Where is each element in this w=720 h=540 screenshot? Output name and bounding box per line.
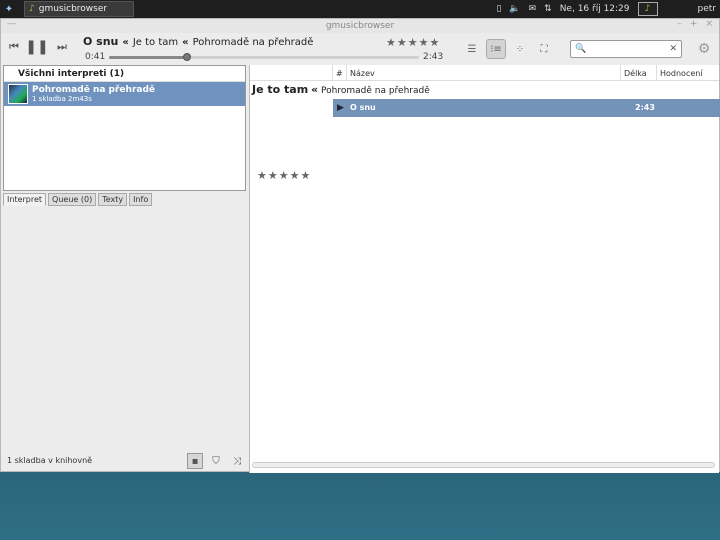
layout-grouped-button[interactable]: ⁝≡ xyxy=(486,39,506,59)
user-name[interactable]: petr xyxy=(698,4,716,14)
row-length: 2:43 xyxy=(635,103,655,112)
system-tray: ▯ 🔈 ✉ ⇅ Ne, 16 říj 12:29 ♪ petr xyxy=(496,2,720,16)
album-item[interactable]: Pohromadě na přehradě 1 skladba 2m43s xyxy=(4,82,245,106)
layout-fullscreen-button[interactable]: ⛶ xyxy=(534,39,554,59)
player-toolbar: ⏮ ❚❚ ⏭ O snu « Je to tam « Pohromadě na … xyxy=(1,33,719,65)
album-meta: 1 skladba 2m43s xyxy=(32,95,155,103)
song-list-pane: # Název Délka Hodnocení Je to tam « Pohr… xyxy=(249,65,720,473)
horizontal-scrollbar[interactable] xyxy=(252,462,715,468)
group-separator: « xyxy=(311,83,319,96)
album-title: Pohromadě na přehradě xyxy=(32,85,156,95)
song-list-header: # Název Délka Hodnocení xyxy=(250,65,719,81)
window-titlebar[interactable]: — gmusicbrowser – + × xyxy=(1,19,719,33)
elapsed-time: 0:41 xyxy=(85,52,106,62)
group-album: Pohromadě na přehradě xyxy=(321,86,430,96)
taskbar-item-label: gmusicbrowser xyxy=(38,4,108,14)
left-pane: Všichni interpreti (1) Pohromadě na přeh… xyxy=(1,65,247,473)
layout-list-button[interactable]: ☰ xyxy=(462,39,482,59)
now-playing-info: O snu « Je to tam « Pohromadě na přehrad… xyxy=(83,35,313,48)
next-icon: ⏭ xyxy=(57,40,67,53)
seek-handle[interactable] xyxy=(182,53,191,61)
settings-gear-icon[interactable]: ⚙ xyxy=(695,40,713,58)
song-title[interactable]: O snu xyxy=(83,35,118,48)
tab-lyrics[interactable]: Texty xyxy=(98,193,128,206)
close-button[interactable]: × xyxy=(705,19,713,29)
column-title[interactable]: Název xyxy=(346,65,620,81)
clear-search-icon[interactable]: ✕ xyxy=(669,44,677,54)
taskbar-item-gmusicbrowser[interactable]: ♪ gmusicbrowser xyxy=(24,1,134,17)
window-title: gmusicbrowser xyxy=(325,21,395,31)
column-rating[interactable]: Hodnocení xyxy=(656,65,716,81)
random-button[interactable]: ⤨ xyxy=(229,453,245,469)
volume-icon[interactable]: 🔈 xyxy=(509,4,520,14)
library-count: 1 skladba v knihovně xyxy=(7,456,93,465)
playing-indicator-icon: ▶ xyxy=(337,103,344,113)
previous-track-button[interactable]: ⏮ xyxy=(5,39,23,55)
left-tabs: Interpret Queue (0) Texty Info xyxy=(3,193,153,206)
fullscreen-icon: ⛶ xyxy=(540,43,548,55)
album-rating-stars[interactable]: ★★★★★ xyxy=(257,169,311,182)
column-length[interactable]: Délka xyxy=(620,65,656,81)
shuffle-icon: ⤨ xyxy=(233,455,241,467)
now-playing-tray-icon[interactable]: ♪ xyxy=(637,2,658,16)
pause-button[interactable]: ❚❚ xyxy=(25,39,49,55)
tab-queue[interactable]: Queue (0) xyxy=(48,193,97,206)
column-number[interactable]: # xyxy=(332,65,346,81)
tab-artist[interactable]: Interpret xyxy=(3,193,47,206)
maximize-button[interactable]: + xyxy=(690,19,698,29)
minimize-button[interactable]: – xyxy=(677,19,682,29)
pause-icon: ❚❚ xyxy=(25,39,49,55)
rating-stars[interactable]: ★★★★★ xyxy=(386,36,440,49)
clock[interactable]: Ne, 16 říj 12:29 xyxy=(560,4,630,14)
list-icon: ☰ xyxy=(467,43,477,55)
filter-button[interactable]: ⛉ xyxy=(208,453,224,469)
previous-icon: ⏮ xyxy=(9,40,19,53)
mail-icon[interactable]: ✉ xyxy=(529,4,537,14)
album-track-count: 1 skladba xyxy=(32,95,66,103)
applications-menu-icon[interactable]: ✦ xyxy=(0,0,18,18)
search-icon: 🔍 xyxy=(575,44,587,54)
album-cover xyxy=(8,84,28,104)
next-track-button[interactable]: ⏭ xyxy=(53,39,71,55)
separator: « xyxy=(122,37,129,48)
grid-icon: ⁘ xyxy=(515,43,525,55)
song-album[interactable]: Pohromadě na přehradě xyxy=(193,37,314,48)
seek-progress xyxy=(109,56,187,59)
search-box: 🔍 ✕ xyxy=(570,40,682,58)
battery-icon[interactable]: ▯ xyxy=(496,4,501,14)
group-header[interactable]: Je to tam « Pohromadě na přehradě xyxy=(252,83,430,96)
window-controls: – + × xyxy=(677,19,713,29)
row-title: O snu xyxy=(350,103,376,112)
table-row[interactable]: ▶ O snu 2:43 xyxy=(333,99,720,117)
total-time: 2:43 xyxy=(423,52,444,62)
seek-slider[interactable] xyxy=(109,53,419,61)
top-panel: ✦ ♪ gmusicbrowser ▯ 🔈 ✉ ⇅ Ne, 16 říj 12:… xyxy=(0,0,720,18)
tab-info[interactable]: Info xyxy=(129,193,153,206)
song-artist[interactable]: Je to tam xyxy=(133,37,178,48)
layout-grid-button[interactable]: ⁘ xyxy=(510,39,530,59)
window-menu-icon[interactable]: — xyxy=(7,19,16,29)
music-note-icon: ♪ xyxy=(29,4,35,14)
gmusicbrowser-window: — gmusicbrowser – + × ⏮ ❚❚ ⏭ O snu « Je … xyxy=(0,18,720,473)
album-info: Pohromadě na přehradě 1 skladba 2m43s xyxy=(32,85,155,103)
album-length: 2m43s xyxy=(68,95,92,103)
lock-icon: ▪ xyxy=(191,455,199,467)
lock-button[interactable]: ▪ xyxy=(187,453,203,469)
separator: « xyxy=(182,37,189,48)
all-artists-item[interactable]: Všichni interpreti (1) xyxy=(4,66,245,82)
network-icon[interactable]: ⇅ xyxy=(544,4,552,14)
group-artist: Je to tam xyxy=(252,83,309,96)
artist-browser: Všichni interpreti (1) Pohromadě na přeh… xyxy=(3,65,246,191)
search-input[interactable] xyxy=(590,44,666,54)
grouped-list-icon: ⁝≡ xyxy=(490,43,502,55)
filter-icon: ⛉ xyxy=(212,455,220,467)
